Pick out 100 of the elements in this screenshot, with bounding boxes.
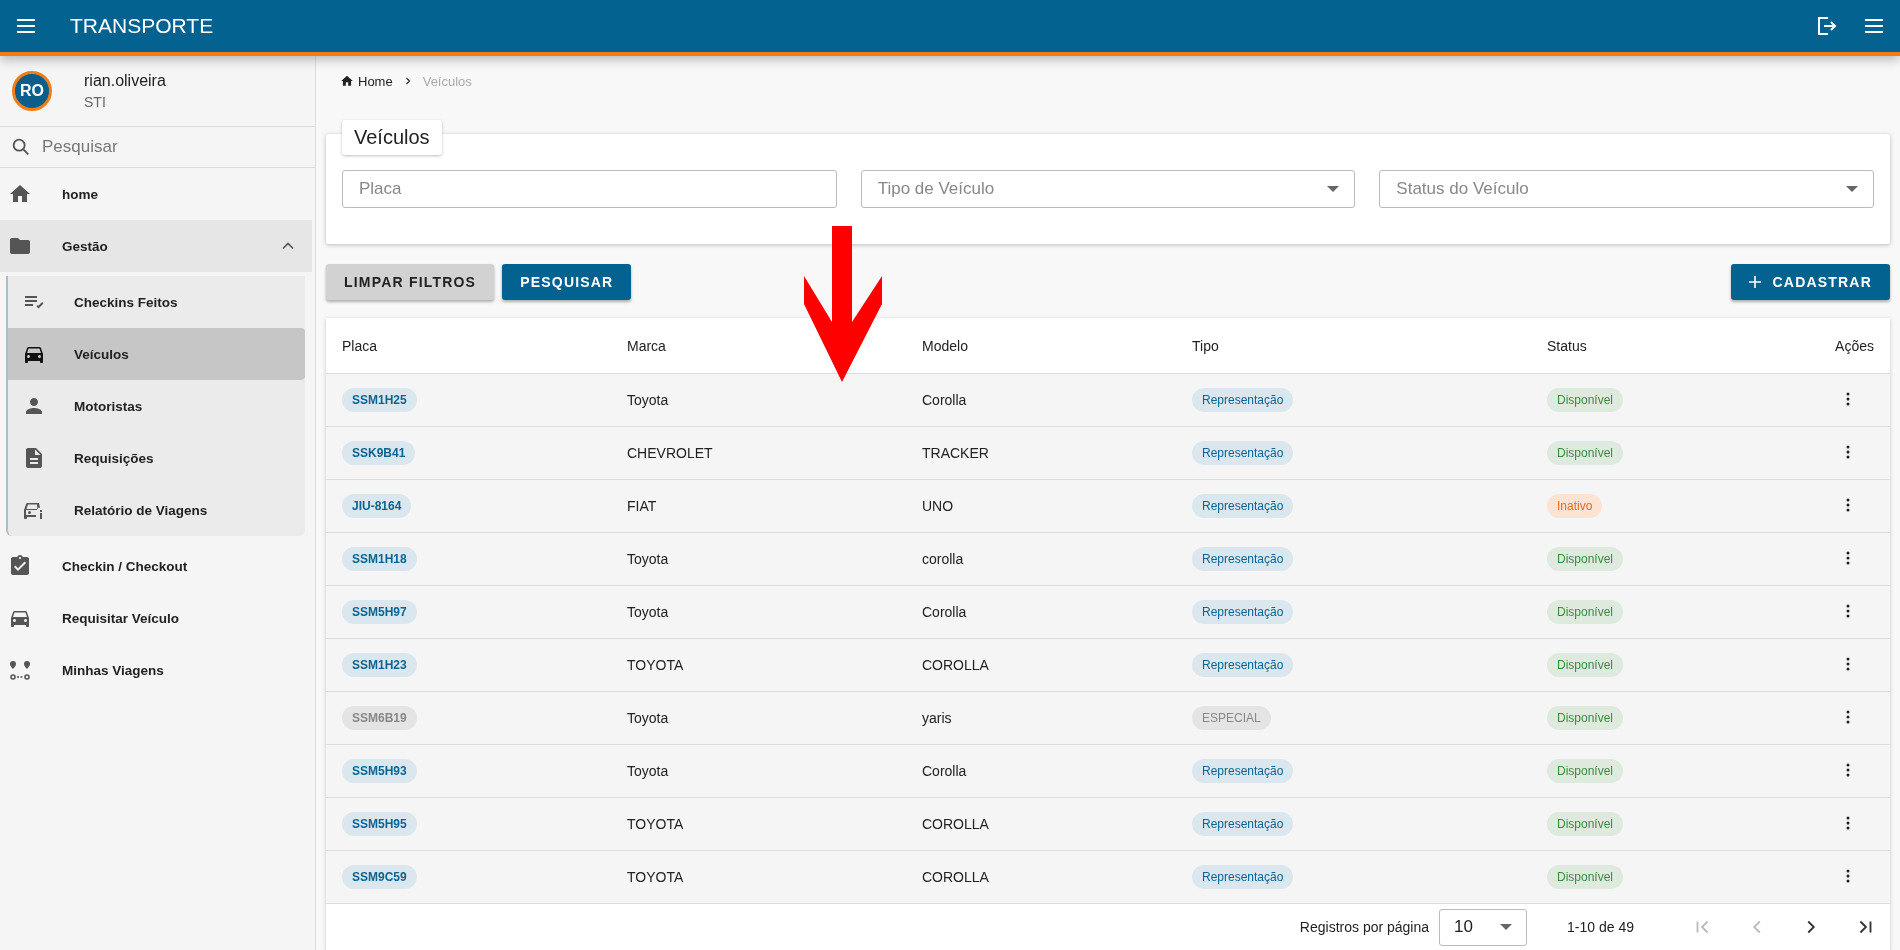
app-title: TRANSPORTE: [70, 14, 214, 38]
column-header: Ações: [1835, 337, 1874, 354]
type-chip: ESPECIAL: [1192, 706, 1271, 730]
more-icon[interactable]: [1846, 550, 1850, 565]
status-chip: Inativo: [1547, 494, 1603, 518]
column-header: Tipo: [1192, 337, 1220, 354]
plate-chip: SSM1H23: [342, 653, 417, 677]
plate-chip: SSM5H95: [342, 812, 417, 836]
table-cell-text: Toyota: [627, 710, 670, 726]
plate-chip: SSM1H25: [342, 388, 417, 412]
home-icon: [340, 74, 354, 88]
table-cell-text: Corolla: [922, 604, 968, 620]
table-cell-text: Toyota: [627, 551, 670, 567]
more-icon[interactable]: [1846, 391, 1850, 406]
table-cell-text: TOYOTA: [627, 869, 685, 885]
table-cell-text: CHEVROLET: [627, 445, 714, 461]
status-chip: Disponível: [1547, 388, 1624, 412]
plate-chip: SSM5H97: [342, 600, 417, 624]
plate-chip: JIU-8164: [342, 494, 412, 518]
avatar: RO: [12, 71, 52, 111]
status-chip: Disponível: [1547, 706, 1624, 730]
table-cell-text: Toyota: [627, 763, 670, 779]
type-chip: Representação: [1192, 600, 1294, 624]
dropdown-icon: [1500, 924, 1513, 930]
column-header: Placa: [342, 337, 379, 354]
status-chip: Disponível: [1547, 653, 1624, 677]
status-chip: Disponível: [1547, 441, 1624, 465]
status-chip: Disponível: [1547, 547, 1624, 571]
plus-icon: [1748, 276, 1761, 288]
page-range: 1-10 de 49: [1567, 919, 1634, 935]
plate-chip: SSM6B19: [342, 706, 417, 730]
more-icon[interactable]: [1846, 709, 1850, 724]
type-chip: Representação: [1192, 388, 1294, 412]
table-cell-text: COROLLA: [922, 657, 990, 673]
table-cell-text: UNO: [922, 498, 955, 514]
search-button[interactable]: PESQUISAR: [502, 264, 632, 300]
rows-per-page-label: Registros por página: [1299, 919, 1430, 935]
more-icon[interactable]: [1846, 444, 1850, 459]
status-chip: Disponível: [1547, 600, 1624, 624]
user-department: STI: [84, 94, 107, 110]
column-header: Marca: [627, 337, 667, 354]
sidebar-item[interactable]: Minhas Viagens: [0, 644, 315, 696]
sidebar-item[interactable]: Checkins Feitos: [8, 276, 305, 328]
sidebar-item[interactable]: Checkin / Checkout: [0, 540, 315, 592]
table-cell-text: Corolla: [922, 392, 968, 408]
more-icon[interactable]: [1846, 868, 1850, 883]
table-cell-text: corolla: [922, 551, 965, 567]
more-icon[interactable]: [1846, 815, 1850, 830]
route-icon: [8, 658, 32, 682]
sidebar-item[interactable]: Relatório de Viagens: [8, 484, 305, 536]
sidebar-item[interactable]: Requisitar Veículo: [0, 592, 315, 644]
page-size-select[interactable]: 10: [1439, 908, 1528, 946]
table-cell-text: COROLLA: [922, 816, 990, 832]
table-cell-text: FIAT: [627, 498, 658, 514]
type-chip: Representação: [1192, 547, 1294, 571]
status-chip: Disponível: [1547, 812, 1624, 836]
select-field[interactable]: Status do Veículo: [1379, 170, 1874, 208]
create-button[interactable]: CADASTRAR: [1730, 264, 1890, 300]
select-field[interactable]: Tipo de Veículo: [860, 170, 1356, 208]
type-chip: Representação: [1192, 653, 1294, 677]
dropdown-icon: [1846, 186, 1858, 192]
table-cell-text: Toyota: [627, 604, 670, 620]
search-icon: [10, 136, 32, 158]
clear-filters-button[interactable]: LIMPAR FILTROS: [326, 264, 495, 300]
sidebar-item[interactable]: home: [0, 168, 315, 220]
type-chip: Representação: [1192, 494, 1294, 518]
column-header: Status: [1547, 337, 1588, 354]
input-field[interactable]: Placa: [342, 170, 837, 208]
plate-chip: SSM9C59: [342, 865, 417, 889]
table-cell-text: TOYOTA: [627, 816, 685, 832]
table-cell-text: COROLLA: [922, 869, 990, 885]
type-chip: Representação: [1192, 865, 1294, 889]
more-icon[interactable]: [1846, 656, 1850, 671]
clipboard-icon: [8, 554, 32, 578]
sidebar-item[interactable]: Gestão: [0, 220, 312, 272]
table-cell-text: Toyota: [627, 392, 670, 408]
plate-chip: SSK9B41: [342, 441, 416, 465]
type-chip: Representação: [1192, 812, 1294, 836]
sidebar-item[interactable]: Veículos: [8, 328, 305, 380]
plate-chip: SSM1H18: [342, 547, 417, 571]
status-chip: Disponível: [1547, 865, 1624, 889]
dropdown-icon: [1327, 186, 1340, 192]
type-chip: Representação: [1192, 759, 1294, 783]
more-icon[interactable]: [1846, 603, 1850, 618]
more-icon[interactable]: [1846, 497, 1850, 512]
type-chip: Representação: [1192, 441, 1294, 465]
plate-chip: SSM5H93: [342, 759, 417, 783]
table-cell-text: Corolla: [922, 763, 968, 779]
card-title: Veículos: [342, 120, 442, 155]
breadcrumb-link[interactable]: Home: [358, 73, 393, 89]
user-name: rian.oliveira: [84, 72, 166, 90]
status-chip: Disponível: [1547, 759, 1624, 783]
more-icon[interactable]: [1846, 762, 1850, 777]
table-cell-text: TOYOTA: [627, 657, 685, 673]
table-cell-text: TRACKER: [922, 445, 990, 461]
search-field[interactable]: Pesquisar: [40, 136, 265, 158]
sidebar-item[interactable]: Motoristas: [8, 380, 305, 432]
column-header: Modelo: [922, 337, 969, 354]
sidebar-item[interactable]: Requisições: [8, 432, 305, 484]
table-cell-text: yaris: [922, 710, 953, 726]
